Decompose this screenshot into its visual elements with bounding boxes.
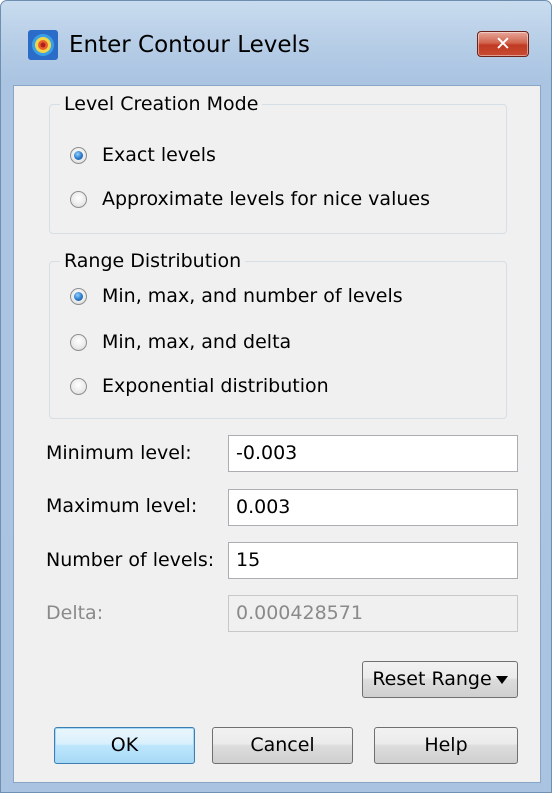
range-distribution-group: Range Distribution Min, max, and number …: [49, 249, 507, 419]
number-of-levels-input[interactable]: 15: [228, 542, 518, 579]
range-distribution-title: Range Distribution: [60, 249, 246, 273]
window-title: Enter Contour Levels: [69, 32, 310, 58]
help-button[interactable]: Help: [374, 727, 518, 764]
minimum-level-label: Minimum level:: [46, 442, 192, 464]
contour-app-icon: [28, 30, 58, 60]
exponential-label[interactable]: Exponential distribution: [102, 374, 329, 398]
dialog-window: Enter Contour Levels ✕ Level Creation Mo…: [0, 0, 552, 793]
approximate-levels-label[interactable]: Approximate levels for nice values: [102, 187, 430, 211]
caret-down-icon: [495, 675, 508, 684]
approximate-levels-radio[interactable]: [70, 191, 87, 208]
min-max-delta-radio[interactable]: [70, 334, 87, 351]
min-max-number-label[interactable]: Min, max, and number of levels: [102, 284, 403, 308]
exact-levels-radio[interactable]: [70, 147, 87, 164]
title-bar[interactable]: Enter Contour Levels ✕: [1, 1, 551, 85]
level-creation-mode-group: Level Creation Mode Exact levels Approxi…: [49, 92, 507, 234]
number-of-levels-label: Number of levels:: [46, 549, 215, 571]
exponential-radio[interactable]: [70, 378, 87, 395]
close-icon: ✕: [495, 33, 511, 55]
cancel-button[interactable]: Cancel: [212, 727, 353, 764]
level-creation-mode-title: Level Creation Mode: [60, 92, 263, 116]
reset-range-label: Reset Range: [372, 668, 492, 690]
maximum-level-label: Maximum level:: [46, 495, 198, 517]
min-max-delta-label[interactable]: Min, max, and delta: [102, 330, 291, 354]
maximum-level-input[interactable]: 0.003: [228, 489, 518, 526]
dialog-body: Level Creation Mode Exact levels Approxi…: [13, 85, 541, 783]
exact-levels-label[interactable]: Exact levels: [102, 143, 216, 167]
reset-range-button[interactable]: Reset Range: [362, 661, 518, 698]
ok-button[interactable]: OK: [54, 727, 195, 764]
delta-input: 0.000428571: [228, 595, 518, 632]
close-button[interactable]: ✕: [477, 31, 529, 57]
minimum-level-input[interactable]: -0.003: [228, 435, 518, 472]
delta-label: Delta:: [46, 602, 104, 624]
min-max-number-radio[interactable]: [70, 288, 87, 305]
